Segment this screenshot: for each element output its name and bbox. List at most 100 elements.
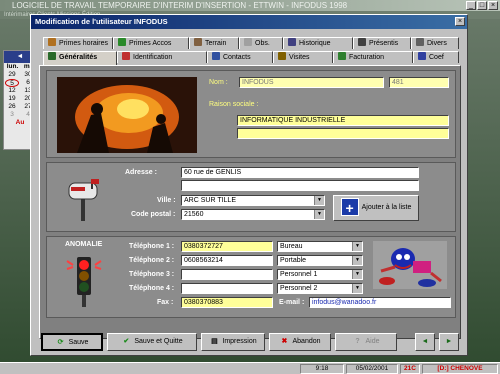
app-title: LOGICIEL DE TRAVAIL TEMPORAIRE D'INTERIM… — [12, 1, 348, 10]
mailbox-icon — [68, 179, 99, 221]
people-icon — [358, 38, 366, 46]
status-drive: [D:] CHENOVE — [422, 364, 498, 374]
tab-primes-accos[interactable]: Primes Accos — [113, 37, 189, 49]
code-field[interactable]: 481 — [389, 77, 449, 88]
checkmark-icon: ✔ — [123, 338, 130, 345]
status-bar: 9:18 05/02/2001 21C [D:] CHENOVE — [0, 362, 500, 374]
calendar-date[interactable]: 12 — [5, 87, 19, 95]
phone-3-type-select[interactable]: Personnel 1 ▼ — [277, 269, 363, 280]
tab-historique[interactable]: Historique — [283, 37, 353, 49]
close-app-button[interactable]: × — [488, 1, 498, 10]
user-edit-dialog: Modification de l'utilisateur INFODUS × … — [30, 14, 468, 356]
phone-3-field[interactable] — [181, 269, 273, 280]
phone-2-type: Portable — [280, 257, 307, 264]
calendar-date[interactable]: 3 — [5, 111, 19, 119]
status-date: 05/02/2001 — [346, 364, 398, 374]
minimize-button[interactable]: _ — [466, 1, 476, 10]
tab-label: Contacts — [223, 54, 251, 61]
nom-field[interactable]: INFODUS — [239, 77, 384, 88]
previous-record-button[interactable]: ◄ — [415, 333, 435, 351]
phone-4-field[interactable] — [181, 283, 273, 294]
adresse-label: Adresse : — [125, 169, 157, 176]
ville-label: Ville : — [157, 197, 176, 204]
phone-4-type-select[interactable]: Personnel 2 ▼ — [277, 283, 363, 294]
phone-1-label: Téléphone 1 : — [129, 243, 175, 250]
tab-terrain[interactable]: Terrain — [189, 37, 239, 49]
tab-visites[interactable]: Visites — [273, 51, 333, 63]
anomalie-label: ANOMALIE — [65, 241, 103, 248]
maximize-button[interactable]: □ — [477, 1, 487, 10]
contacts-icon — [212, 52, 220, 60]
impression-label: Impression — [222, 338, 257, 345]
sauve-button[interactable]: ⟳ Sauve — [41, 333, 103, 351]
traffic-light-icon — [66, 257, 102, 307]
calendar-date[interactable]: 19 — [5, 95, 19, 103]
calendar-date[interactable]: 29 — [5, 71, 19, 79]
dropdown-arrow-icon[interactable]: ▼ — [352, 270, 362, 279]
tab-facturation[interactable]: Facturation — [333, 51, 413, 63]
tab-label: Présentis — [369, 40, 399, 47]
dropdown-arrow-icon[interactable]: ▼ — [314, 210, 324, 219]
contact-section: ANOMALIE Téléphone 1 : 0380372727 Bureau… — [46, 236, 456, 318]
id-card-icon — [122, 52, 130, 60]
address-section: Adresse : 60 rue de GENLIS Ville : ARC S… — [46, 162, 456, 232]
dropdown-arrow-icon[interactable]: ▼ — [314, 196, 324, 205]
tab-identification[interactable]: Identification — [117, 51, 207, 63]
tab-label: Divers — [427, 40, 447, 47]
aide-button[interactable]: ? Aide — [335, 333, 397, 351]
ville-select[interactable]: ARC SUR TILLE ▼ — [181, 195, 325, 206]
dialog-close-button[interactable]: × — [455, 17, 465, 26]
tab-label: Visites — [289, 54, 310, 61]
dialog-title: Modification de l'utilisateur INFODUS — [31, 15, 467, 29]
plus-icon: + — [340, 198, 359, 217]
phone-2-field[interactable]: 0608563214 — [181, 255, 273, 266]
sauve-quitte-button[interactable]: ✔ Sauve et Quitte — [107, 333, 197, 351]
phone-1-field[interactable]: 0380372727 — [181, 241, 273, 252]
calendar-date[interactable]: 26 — [5, 103, 19, 111]
fax-field[interactable]: 0380370883 — [181, 297, 273, 308]
tab-generalites[interactable]: Généralités — [43, 51, 117, 65]
tab-label: Historique — [299, 40, 331, 47]
printer-icon: ▤ — [211, 338, 218, 345]
next-record-button[interactable]: ► — [439, 333, 459, 351]
add-to-list-label: Ajouter à la liste — [361, 204, 412, 211]
dropdown-arrow-icon[interactable]: ▼ — [352, 242, 362, 251]
phone-1-type-select[interactable]: Bureau ▼ — [277, 241, 363, 252]
tab-label: Coef — [429, 54, 444, 61]
app-title-bar: LOGICIEL DE TRAVAIL TEMPORAIRE D'INTERIM… — [0, 0, 500, 11]
code-postal-select[interactable]: 21560 ▼ — [181, 209, 325, 220]
general-icon — [48, 52, 56, 60]
phone-2-type-select[interactable]: Portable ▼ — [277, 255, 363, 266]
raison-sociale-field-2[interactable] — [237, 128, 449, 139]
phone-2-label: Téléphone 2 : — [129, 257, 175, 264]
coef-icon — [418, 52, 426, 60]
email-field[interactable]: infodus@wanadoo.fr — [309, 297, 451, 308]
refresh-icon: ⟳ — [57, 339, 64, 346]
fax-label: Fax : — [157, 299, 174, 306]
tab-obs[interactable]: Obs. — [239, 37, 283, 49]
abandon-button[interactable]: ✖ Abandon — [269, 333, 331, 351]
dropdown-arrow-icon[interactable]: ▼ — [352, 284, 362, 293]
add-to-list-button[interactable]: + Ajouter à la liste — [333, 195, 419, 221]
dropdown-arrow-icon[interactable]: ▼ — [352, 256, 362, 265]
tab-coef[interactable]: Coef — [413, 51, 459, 63]
tab-primes-horaires[interactable]: Primes horaires — [43, 37, 113, 49]
tab-label: Identification — [133, 54, 173, 61]
ville-value: ARC SUR TILLE — [184, 197, 236, 204]
sauve-label: Sauve — [68, 339, 89, 346]
phone-4-type: Personnel 2 — [280, 285, 318, 292]
calendar-date[interactable]: 5 — [5, 79, 19, 87]
tab-divers[interactable]: Divers — [411, 37, 459, 49]
impression-button[interactable]: ▤ Impression — [201, 333, 265, 351]
tab-presentis[interactable]: Présentis — [353, 37, 411, 49]
raison-sociale-field-1[interactable]: INFORMATIQUE INDUSTRIELLE — [237, 115, 449, 126]
visit-icon — [278, 52, 286, 60]
cross-icon: ✖ — [281, 338, 288, 345]
calendar-footer: Au — [15, 119, 25, 126]
question-icon: ? — [355, 338, 360, 345]
tab-contacts[interactable]: Contacts — [207, 51, 273, 63]
adresse-field-2[interactable] — [181, 180, 419, 191]
foundry-photo — [57, 77, 197, 153]
adresse-field-1[interactable]: 60 rue de GENLIS — [181, 167, 419, 178]
tab-label: Obs. — [255, 40, 270, 47]
